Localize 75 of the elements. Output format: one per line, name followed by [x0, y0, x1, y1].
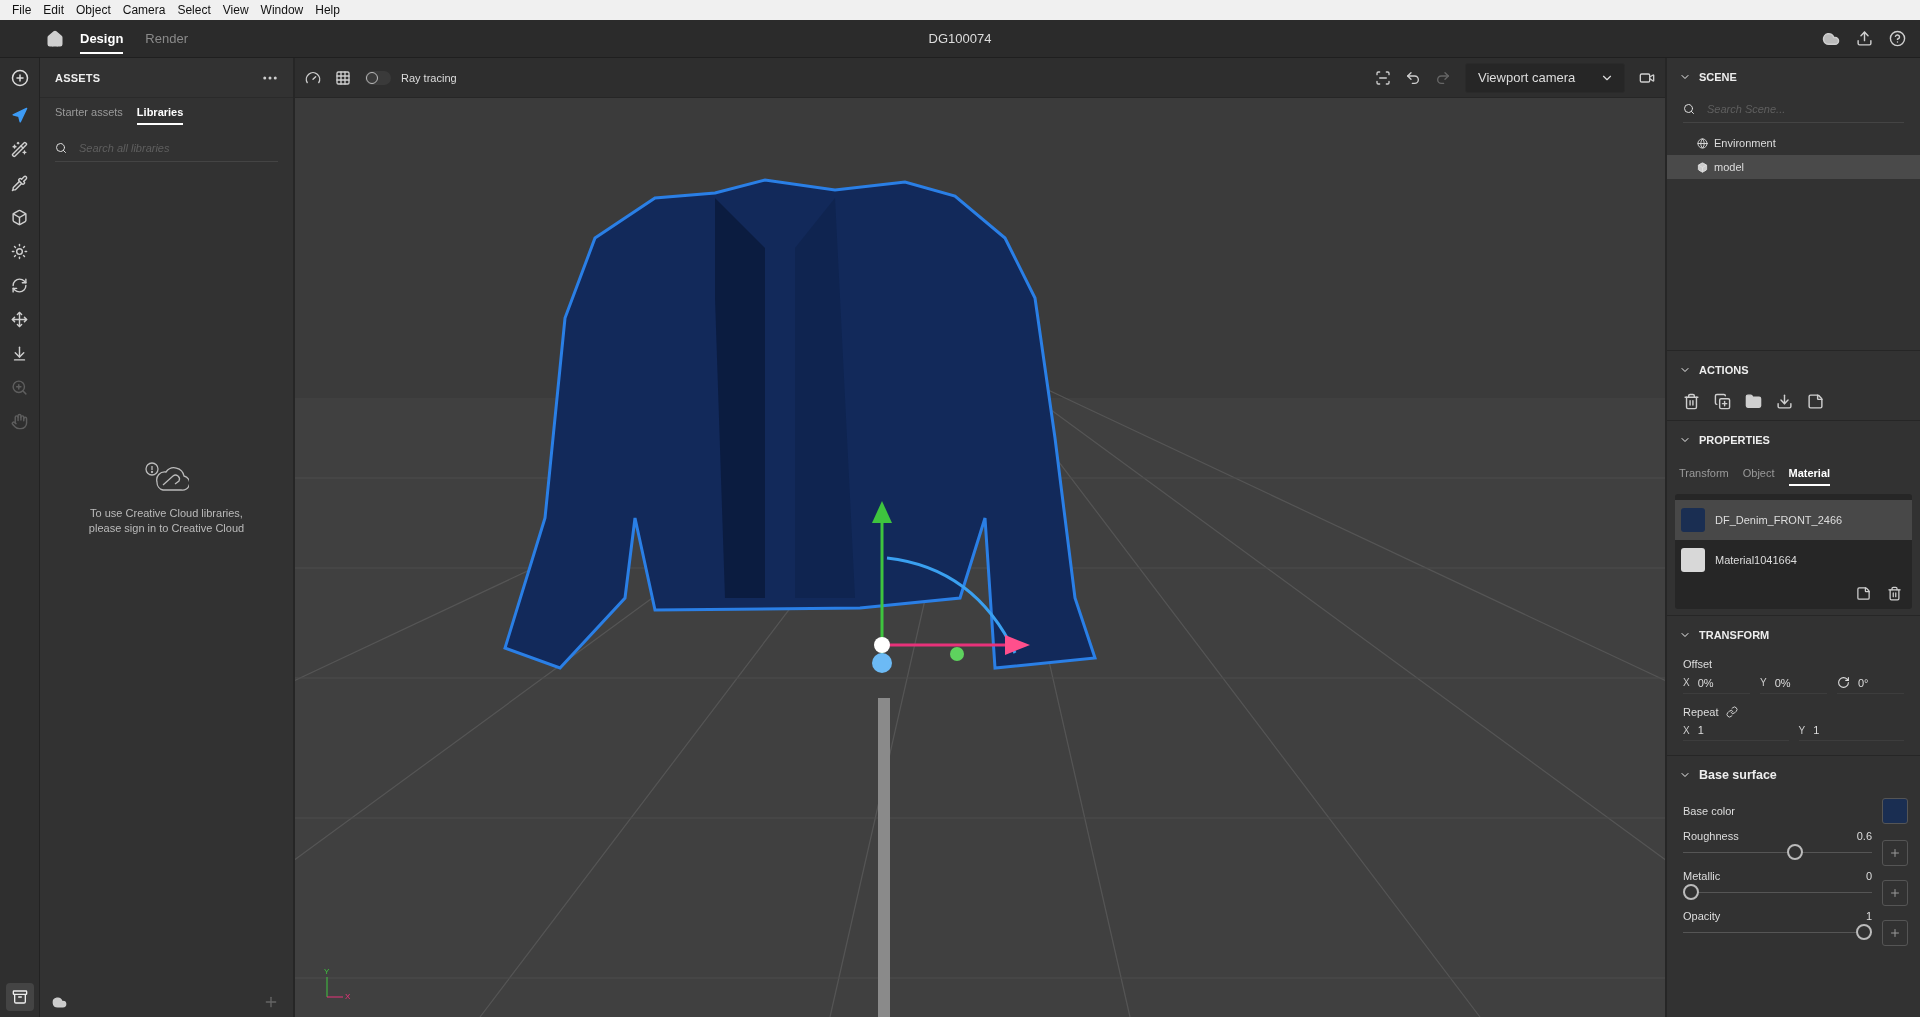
camera-dropdown[interactable]: Viewport camera [1465, 62, 1625, 93]
slider-label: Opacity [1683, 910, 1721, 922]
download-icon[interactable] [1776, 393, 1793, 410]
folder-icon[interactable] [1745, 393, 1762, 410]
menu-item[interactable]: Object [70, 3, 117, 17]
globe-icon [1697, 137, 1708, 149]
axis-indicator: Y X [323, 969, 352, 1003]
delete-icon[interactable] [1683, 393, 1700, 410]
slider-track[interactable] [1683, 844, 1872, 860]
field-label: Base color [1683, 805, 1735, 817]
color-swatch[interactable] [1882, 798, 1908, 824]
repeat-field[interactable]: Y 1 [1798, 720, 1904, 741]
material-item[interactable]: Material1041664 [1675, 540, 1912, 580]
properties-tab[interactable]: Transform [1679, 459, 1729, 486]
menu-item[interactable]: View [216, 3, 255, 17]
creative-cloud-icon [144, 462, 189, 492]
note-icon[interactable] [1856, 586, 1871, 601]
link-icon[interactable] [1726, 706, 1739, 718]
slider-thumb[interactable] [1683, 884, 1699, 900]
cube-icon [1697, 161, 1708, 173]
delete-icon[interactable] [1887, 586, 1902, 601]
section-header[interactable]: SCENE [1667, 58, 1920, 96]
slider-track[interactable] [1683, 884, 1872, 900]
panel-title: ASSETS [55, 71, 101, 84]
menu-item[interactable]: Edit [37, 3, 71, 17]
assets-tab[interactable]: Starter assets [55, 98, 123, 125]
menu-item[interactable]: Camera [116, 3, 172, 17]
scene-item[interactable]: model [1667, 155, 1920, 179]
section-header[interactable]: ACTIONS [1667, 351, 1920, 389]
slider-label: Roughness [1683, 830, 1739, 842]
field-label: Offset [1683, 658, 1713, 670]
sign-in-message: To use Creative Cloud libraries, please sign in to Creative Cloud [87, 506, 246, 537]
section-header[interactable]: Base surface [1667, 756, 1920, 794]
properties-tab[interactable]: Material [1788, 459, 1831, 486]
grid-settings-icon[interactable] [335, 69, 351, 86]
mode-tab[interactable]: Render [145, 23, 188, 54]
home-icon[interactable] [46, 29, 64, 48]
section-header[interactable]: TRANSFORM [1667, 616, 1920, 654]
slider-thumb[interactable] [1786, 844, 1803, 860]
mode-tab[interactable]: Design [80, 23, 124, 54]
document-title: DG100074 [928, 31, 992, 46]
share-icon[interactable] [1856, 29, 1873, 48]
gauge-icon[interactable] [305, 69, 321, 86]
ray-tracing-toggle[interactable] [365, 70, 391, 85]
slider-value: 1 [1865, 910, 1872, 922]
menu-item[interactable]: Help [309, 3, 346, 17]
offset-field[interactable]: 0° [1837, 672, 1904, 694]
offset-field[interactable]: X 0% [1683, 672, 1750, 694]
properties-tab[interactable]: Object [1742, 459, 1775, 486]
slider-label: Metallic [1683, 870, 1721, 882]
section-header[interactable]: PROPERTIES [1667, 421, 1920, 459]
rotate-icon [1837, 676, 1850, 689]
slider-value: 0 [1865, 870, 1872, 882]
slider-track[interactable] [1683, 924, 1872, 940]
note-icon[interactable] [1807, 393, 1824, 410]
archive-icon[interactable] [5, 983, 34, 1011]
search-icon [1683, 103, 1695, 115]
search-icon [55, 142, 67, 154]
offset-field[interactable]: Y 0% [1760, 672, 1827, 694]
toggle-label: Ray tracing [401, 71, 457, 84]
assets-tab[interactable]: Libraries [136, 98, 184, 125]
duplicate-icon[interactable] [1714, 393, 1731, 410]
field-label: Repeat [1683, 706, 1719, 718]
plus-icon [1889, 846, 1901, 860]
slider-value: 0.6 [1856, 830, 1872, 842]
plus-icon [1889, 886, 1901, 900]
material-item[interactable]: DF_Denim_FRONT_2466 [1675, 500, 1912, 540]
menu-item[interactable]: File [6, 3, 38, 17]
scene-item[interactable]: Environment [1667, 131, 1920, 155]
menu-item[interactable]: Window [254, 3, 310, 17]
help-icon[interactable] [1889, 29, 1906, 48]
slider-thumb[interactable] [1856, 924, 1872, 940]
repeat-field[interactable]: X 1 [1683, 720, 1789, 741]
menu-item[interactable]: Select [171, 3, 217, 17]
plus-icon [1889, 926, 1901, 940]
